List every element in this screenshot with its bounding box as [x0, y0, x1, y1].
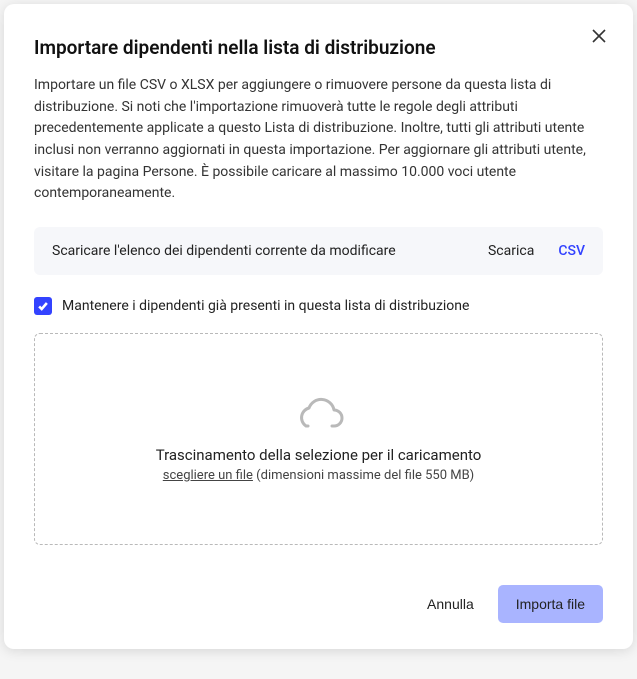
download-label: Scaricare l'elenco dei dipendenti corren…: [52, 243, 478, 259]
dialog-title: Importare dipendenti nella lista di dist…: [34, 36, 603, 59]
checkmark-icon: [37, 300, 49, 312]
cloud-upload-icon: [294, 396, 344, 432]
choose-file-link[interactable]: scegliere un file: [163, 468, 253, 483]
dialog-description: Importare un file CSV o XLSX per aggiung…: [34, 75, 603, 205]
dropzone-title: Trascinamento della selezione per il car…: [156, 446, 482, 464]
close-icon: [592, 29, 606, 43]
cancel-button[interactable]: Annulla: [421, 586, 480, 622]
import-dialog: Importare dipendenti nella lista di dist…: [4, 4, 633, 649]
keep-existing-checkbox[interactable]: [34, 297, 52, 315]
keep-existing-label: Mantenere i dipendenti già presenti in q…: [62, 298, 469, 314]
download-action-label: Scarica: [488, 243, 534, 259]
keep-existing-row: Mantenere i dipendenti già presenti in q…: [34, 297, 603, 315]
import-file-button[interactable]: Importa file: [498, 585, 603, 623]
close-button[interactable]: [587, 24, 611, 48]
upload-dropzone[interactable]: Trascinamento della selezione per il car…: [34, 333, 603, 545]
dialog-footer: Annulla Importa file: [34, 585, 603, 623]
download-csv-link[interactable]: CSV: [558, 243, 585, 259]
file-size-hint: (dimensioni massime del file 550 MB): [253, 468, 474, 483]
dropzone-subtitle: scegliere un file (dimensioni massime de…: [163, 468, 474, 483]
download-bar: Scaricare l'elenco dei dipendenti corren…: [34, 227, 603, 275]
